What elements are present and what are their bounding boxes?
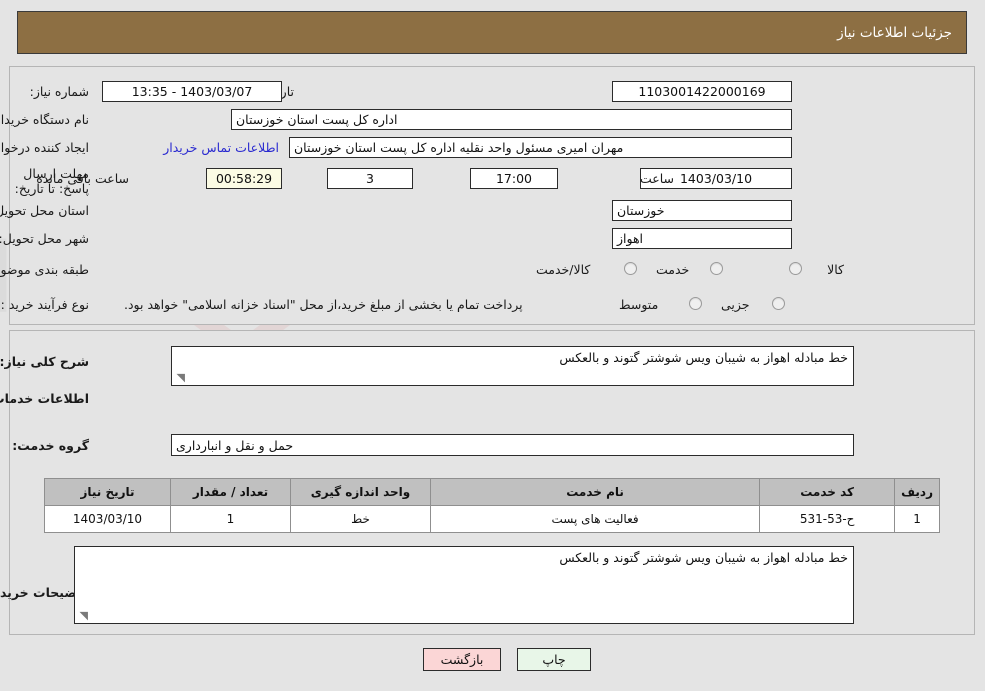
radio-process-jozei[interactable] (773, 297, 786, 310)
td-code: ح-53-531 (760, 505, 897, 533)
resize-grip-icon-notes[interactable]: ◥ (79, 610, 89, 621)
td-radif: 1 (895, 505, 941, 533)
td-unit: خط (291, 505, 432, 533)
radio-label-kala-khedmat: کالا/خدمت (537, 262, 592, 277)
need-info-panel (10, 66, 976, 325)
th-need-date: تاریخ نیاز (45, 478, 172, 506)
th-code: کد خدمت (760, 478, 897, 506)
table-header-row: ردیف کد خدمت نام خدمت واحد اندازه گیری ت… (45, 478, 941, 506)
th-radif: ردیف (895, 478, 941, 506)
category-label: طبقه بندی موضوعی: (0, 262, 90, 277)
buyer-org-label: نام دستگاه خریدار: (0, 112, 90, 127)
td-need-date: 1403/03/10 (45, 505, 172, 533)
deadline-time: 17:00 (471, 168, 559, 189)
table-row: 1 ح-53-531 فعالیت های پست خط 1 1403/03/1… (45, 505, 941, 533)
radio-label-jozei: جزیی (722, 297, 751, 312)
requester-value: مهران امیری مسئول واحد نقلیه اداره کل پس… (290, 137, 793, 158)
buyer-notes-text: خط مبادله اهواز به شیبان ویس شوشتر گتوند… (560, 550, 849, 565)
radio-label-motevaset: متوسط (620, 297, 660, 312)
province-value: خوزستان (613, 200, 793, 221)
announce-datetime-value: 1403/03/07 - 13:35 (103, 81, 283, 102)
resize-grip-icon[interactable]: ◥ (176, 372, 186, 383)
countdown-timer: 00:58:29 (207, 168, 283, 189)
days-remaining-value: 3 (328, 168, 414, 189)
th-unit: واحد اندازه گیری (291, 478, 432, 506)
service-group-value: حمل و نقل و انبارداری (172, 434, 855, 456)
radio-process-motevaset[interactable] (690, 297, 703, 310)
general-description-label: شرح کلی نیاز: (0, 354, 90, 369)
remaining-label: ساعت باقی مانده (37, 171, 130, 186)
requester-label: ایجاد کننده درخواست: (0, 140, 90, 155)
th-quantity: تعداد / مقدار (171, 478, 292, 506)
radio-label-khedmat: خدمت (657, 262, 691, 277)
page-title: جزئیات اطلاعات نیاز (838, 24, 953, 41)
radio-category-kala-khedmat[interactable] (625, 262, 638, 275)
general-description-text: خط مبادله اهواز به شیبان ویس شوشتر گتوند… (560, 350, 849, 365)
buyer-org-value: اداره کل پست استان خوزستان (232, 109, 793, 130)
service-group-label: گروه خدمت: (13, 438, 90, 453)
back-button[interactable]: بازگشت (424, 648, 502, 671)
treasury-note: پرداخت تمام یا بخشی از مبلغ خرید،از محل … (125, 297, 524, 312)
province-label: استان محل تحویل: (0, 203, 90, 218)
need-number-label: شماره نیاز: (30, 84, 90, 99)
buyer-contact-link[interactable]: اطلاعات تماس خریدار (164, 140, 280, 155)
services-table: ردیف کد خدمت نام خدمت واحد اندازه گیری ت… (45, 478, 941, 533)
hour-label: ساعت (640, 171, 675, 186)
buyer-notes-value[interactable]: خط مبادله اهواز به شیبان ویس شوشتر گتوند… (75, 546, 855, 624)
radio-label-kala: کالا (828, 262, 845, 277)
general-description-value[interactable]: خط مبادله اهواز به شیبان ویس شوشتر گتوند… (172, 346, 855, 386)
city-value: اهواز (613, 228, 793, 249)
print-button[interactable]: چاپ (518, 648, 592, 671)
radio-category-khedmat[interactable] (711, 262, 724, 275)
need-number-value: 1103001422000169 (613, 81, 793, 102)
page-header: جزئیات اطلاعات نیاز (18, 11, 968, 54)
city-label: شهر محل تحویل: (0, 231, 90, 246)
th-name: نام خدمت (430, 478, 762, 506)
td-name: فعالیت های پست (430, 505, 762, 533)
td-quantity: 1 (171, 505, 292, 533)
service-section-title: اطلاعات خدمات مورد نیاز (0, 391, 90, 406)
process-label: نوع فرآیند خرید : (1, 297, 90, 312)
